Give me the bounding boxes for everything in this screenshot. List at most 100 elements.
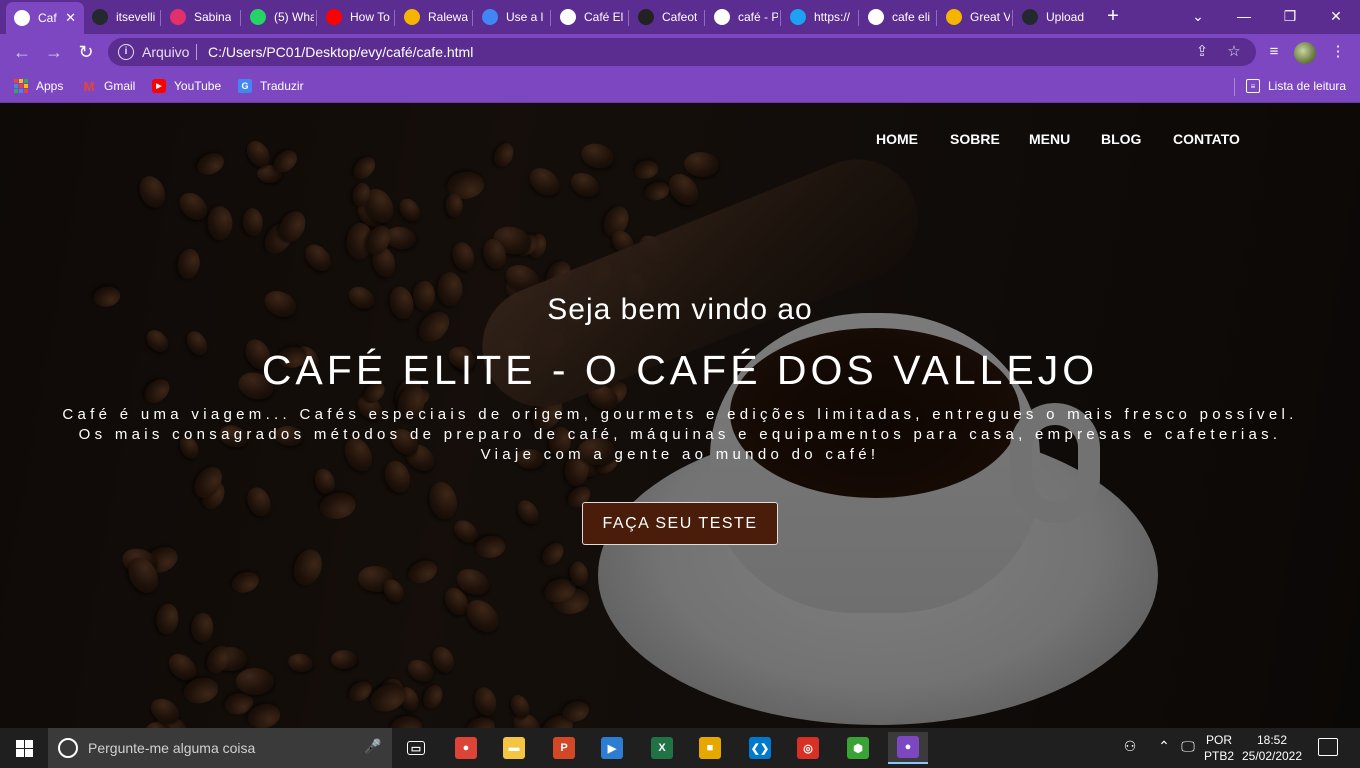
keyboard-layout: PTB2 (1204, 749, 1235, 763)
taskbar-app[interactable]: ⬢ (838, 732, 878, 764)
forward-button[interactable]: → (42, 40, 66, 64)
taskbar-app[interactable]: P (544, 732, 584, 764)
start-button[interactable] (0, 728, 48, 768)
taskbar-app[interactable]: ▭ (396, 732, 436, 764)
close-window-button[interactable]: ✕ (1324, 6, 1348, 26)
bookmark-gmail[interactable]: M Gmail (82, 77, 136, 95)
hero-text-line: Café é uma viagem... Cafés especiais de … (62, 406, 1298, 423)
nav-link-contato[interactable]: CONTATO (1173, 131, 1240, 147)
bookmark-translate[interactable]: G Traduzir (238, 77, 304, 95)
hero-title: CAFÉ ELITE - O CAFÉ DOS VALLEJO (261, 347, 1099, 393)
minimize-button[interactable]: — (1232, 6, 1256, 26)
browser-tab[interactable]: How To (318, 4, 392, 30)
share-icon[interactable]: ⇪ (1192, 42, 1212, 62)
tab-title: Sabina (194, 10, 232, 24)
address-url[interactable]: C:/Users/PC01/Desktop/evy/café/cafe.html (208, 44, 473, 60)
office-icon: ■ (699, 737, 721, 759)
browser-tab[interactable]: cafe eli (860, 4, 934, 30)
browser-tab[interactable]: Café El (552, 4, 626, 30)
taskbar-app[interactable]: ● (888, 732, 928, 764)
profile-avatar[interactable] (1294, 42, 1316, 64)
taskbar-app[interactable]: ❮❯ (740, 732, 780, 764)
search-placeholder: Pergunte-me alguma coisa (88, 740, 256, 756)
taskbar-app[interactable]: X (642, 732, 682, 764)
tab-separator (628, 10, 629, 26)
system-clock[interactable]: 18:52 25/02/2022 (1240, 732, 1304, 764)
bookmark-apps[interactable]: Apps (14, 77, 63, 95)
taskbar-app[interactable]: ◎ (788, 732, 828, 764)
new-tab-button[interactable]: + (1102, 6, 1124, 28)
bookmark-star-icon[interactable]: ☆ (1224, 42, 1244, 62)
address-bar[interactable]: i Arquivo C:/Users/PC01/Desktop/evy/café… (108, 38, 1256, 66)
browser-tab[interactable]: Sabina (162, 4, 238, 30)
youtube-icon: ▶ (152, 79, 166, 93)
flag-icon (482, 9, 498, 25)
taskbar-app[interactable]: ● (446, 732, 486, 764)
browser-tab[interactable]: https:// (782, 4, 856, 30)
close-tab-icon[interactable]: ✕ (65, 10, 76, 26)
tab-separator (472, 10, 473, 26)
nav-link-menu[interactable]: MENU (1029, 131, 1070, 147)
tab-separator (936, 10, 937, 26)
tab-title: https:// (814, 10, 851, 24)
apps-grid-icon (14, 79, 28, 93)
network-icon[interactable]: 🖵 (1178, 738, 1198, 755)
language-indicator[interactable]: POR PTB2 (1204, 732, 1234, 764)
taskbar-app[interactable]: ▬ (494, 732, 534, 764)
people-icon[interactable]: ⚇ (1120, 738, 1140, 755)
tab-title: Cafeot (662, 10, 698, 24)
restore-button[interactable]: ❐ (1278, 6, 1302, 26)
browser-tab[interactable]: Upload (1014, 4, 1092, 30)
tab-title: itsevelli (116, 10, 156, 24)
nav-link-sobre[interactable]: SOBRE (950, 131, 1000, 147)
browser-tab[interactable]: itsevelli (84, 4, 158, 30)
bookmark-label: Traduzir (260, 79, 304, 93)
browser-tab[interactable]: (5) Wha (242, 4, 314, 30)
youtube-icon (326, 9, 342, 25)
windows-logo-icon (15, 739, 33, 757)
rainbow-icon (946, 9, 962, 25)
site-info-icon[interactable]: i (118, 44, 134, 60)
back-button[interactable]: ← (10, 40, 34, 64)
github-icon (1022, 9, 1038, 25)
hero-text-line: Os mais consagrados métodos de preparo d… (78, 426, 1282, 443)
reading-list-button[interactable]: ≡ Lista de leitura (1246, 77, 1346, 95)
media-control-icon[interactable]: ≡ (1264, 42, 1284, 62)
file-explorer-icon: ▬ (503, 737, 525, 759)
browser-tab[interactable]: café - P (706, 4, 778, 30)
media-player-icon: ▶ (601, 737, 623, 759)
chrome-profile-icon: ● (897, 736, 919, 758)
browser-tab[interactable]: Caf ✕ (6, 2, 84, 34)
hero-section: HOME SOBRE MENU BLOG CONTATO Seja bem vindo … (0, 103, 1360, 728)
vscode-icon: ❮❯ (749, 737, 771, 759)
bookmark-label: Apps (36, 79, 64, 93)
browser-tab[interactable]: Cafeot (630, 4, 702, 30)
tab-title: Upload (1046, 10, 1085, 24)
action-center-icon[interactable] (1318, 738, 1338, 756)
taskbar-app[interactable]: ▶ (592, 732, 632, 764)
excel-icon: X (651, 737, 673, 759)
bookmark-youtube[interactable]: ▶ YouTube (152, 77, 221, 95)
browser-tab[interactable]: Ralewa (396, 4, 470, 30)
taskbar-search-box[interactable]: Pergunte-me alguma coisa 🎤 (48, 728, 392, 768)
show-hidden-icons-icon[interactable]: ⌃ (1154, 738, 1174, 755)
powerpoint-icon: P (553, 737, 575, 759)
google-icon (714, 9, 730, 25)
browser-tab[interactable]: Use a l (474, 4, 548, 30)
hero-subtitle: Seja bem vindo ao (547, 293, 813, 326)
taskbar-app[interactable]: ■ (690, 732, 730, 764)
tab-separator (316, 10, 317, 26)
nav-link-home[interactable]: HOME (876, 131, 918, 147)
tab-title: café - P (738, 10, 778, 24)
tab-separator (1012, 10, 1013, 26)
tab-search-icon[interactable]: ⌄ (1186, 6, 1210, 26)
instagram-icon (170, 9, 186, 25)
menu-kebab-icon[interactable]: ⋮ (1328, 42, 1348, 62)
google-icon (868, 9, 884, 25)
microphone-icon[interactable]: 🎤 (364, 738, 381, 755)
cta-button[interactable]: FAÇA SEU TESTE (582, 502, 778, 545)
tab-separator (780, 10, 781, 26)
reload-button[interactable]: ↻ (74, 40, 98, 64)
nav-link-blog[interactable]: BLOG (1101, 131, 1141, 147)
browser-tab[interactable]: Great V (938, 4, 1010, 30)
